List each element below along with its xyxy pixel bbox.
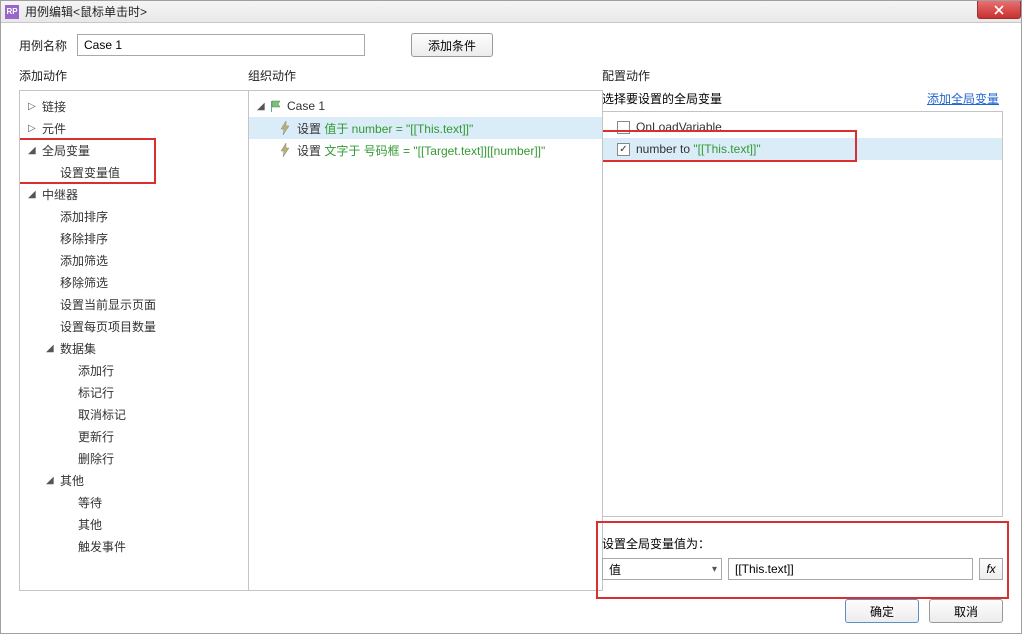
organize-action-title: 组织动作 (248, 67, 603, 84)
tree-add-row[interactable]: 添加行 (20, 359, 248, 381)
tree-set-page-items[interactable]: 设置每页项目数量 (20, 315, 248, 337)
mid-tree: ◢ Case 1 设置 值于 number = "[[This.text]]" (249, 91, 602, 165)
mid-case-row[interactable]: ◢ Case 1 (249, 95, 602, 117)
tree-fire-event[interactable]: 触发事件 (20, 535, 248, 557)
bolt-icon (279, 121, 293, 135)
column-configure-action: 配置动作 选择要设置的全局变量 添加全局变量 OnLoadVariable (602, 67, 1003, 591)
tree-links[interactable]: ▷链接 (20, 95, 248, 117)
add-action-title: 添加动作 (19, 67, 249, 84)
right-header: 选择要设置的全局变量 添加全局变量 (602, 90, 1003, 111)
tree-mark-row[interactable]: 标记行 (20, 381, 248, 403)
case-name-label: 用例名称 (19, 37, 67, 54)
mid-action-row-1[interactable]: 设置 值于 number = "[[This.text]]" (249, 117, 602, 139)
window-title: 用例编辑<鼠标单击时> (25, 3, 147, 20)
tree-dataset[interactable]: ◢数据集 (20, 337, 248, 359)
configure-action-title: 配置动作 (602, 67, 1003, 84)
tree-set-var-value[interactable]: 设置变量值 (20, 161, 248, 183)
tree-widgets[interactable]: ▷元件 (20, 117, 248, 139)
tree-update-row[interactable]: 更新行 (20, 425, 248, 447)
topbar: 用例名称 添加条件 (1, 23, 1021, 67)
set-value-row: 值 ▾ fx (602, 558, 1003, 580)
mid-action-text-2: 设置 文字于 号码框 = "[[Target.text]][[number]]" (297, 142, 545, 159)
var-onload-label: OnLoadVariable (636, 120, 722, 134)
tree-remove-filter[interactable]: 移除筛选 (20, 271, 248, 293)
var-list: OnLoadVariable number to "[[This.text]]" (603, 112, 1002, 164)
action-tree: ▷链接 ▷元件 ◢全局变量 设置变量值 ◢中继器 添加排序 移除排序 添加筛选 … (20, 91, 248, 561)
add-global-var-link[interactable]: 添加全局变量 (927, 90, 999, 107)
tree-other[interactable]: ◢其他 (20, 469, 248, 491)
var-list-panel: OnLoadVariable number to "[[This.text]]" (602, 111, 1003, 517)
tree-wait[interactable]: 等待 (20, 491, 248, 513)
column-add-action: 添加动作 ▷链接 ▷元件 ◢全局变量 设置变量值 ◢中继器 添加排序 移除排序 … (19, 67, 249, 591)
dropdown-value: 值 (609, 561, 621, 578)
tree-remove-sort[interactable]: 移除排序 (20, 227, 248, 249)
configure-container: 选择要设置的全局变量 添加全局变量 OnLoadVariable number … (602, 90, 1003, 580)
case-name-input[interactable] (77, 34, 365, 56)
tree-global-vars[interactable]: ◢全局变量 (20, 139, 248, 161)
tree-repeater[interactable]: ◢中继器 (20, 183, 248, 205)
var-row-number[interactable]: number to "[[This.text]]" (603, 138, 1002, 160)
bolt-icon (279, 143, 293, 157)
var-row-onload[interactable]: OnLoadVariable (603, 116, 1002, 138)
checkbox-number[interactable] (617, 143, 630, 156)
add-condition-button[interactable]: 添加条件 (411, 33, 493, 57)
checkbox-onload[interactable] (617, 121, 630, 134)
mid-action-text-1: 设置 值于 number = "[[This.text]]" (297, 120, 473, 137)
tree-add-sort[interactable]: 添加排序 (20, 205, 248, 227)
add-action-panel: ▷链接 ▷元件 ◢全局变量 设置变量值 ◢中继器 添加排序 移除排序 添加筛选 … (19, 90, 249, 591)
mid-action-row-2[interactable]: 设置 文字于 号码框 = "[[Target.text]][[number]]" (249, 139, 602, 161)
column-organize-action: 组织动作 ◢ Case 1 设置 值于 number = "[[T (248, 67, 603, 591)
set-value-label: 设置全局变量值为： (602, 535, 1003, 552)
var-number-label: number to "[[This.text]]" (636, 142, 761, 156)
tree-set-page[interactable]: 设置当前显示页面 (20, 293, 248, 315)
titlebar: RP 用例编辑<鼠标单击时> (1, 1, 1021, 23)
fx-button[interactable]: fx (979, 558, 1003, 580)
value-input[interactable] (728, 558, 973, 580)
value-type-dropdown[interactable]: 值 ▾ (602, 558, 722, 580)
tree-unmark[interactable]: 取消标记 (20, 403, 248, 425)
flag-icon (269, 100, 283, 112)
footer: 确定 取消 (1, 591, 1021, 633)
cancel-button[interactable]: 取消 (929, 599, 1003, 623)
close-icon (994, 5, 1004, 15)
chevron-down-icon: ▾ (712, 564, 717, 575)
case-editor-dialog: RP 用例编辑<鼠标单击时> 用例名称 添加条件 添加动作 ▷链接 ▷元件 ◢全… (0, 0, 1022, 634)
close-button[interactable] (977, 1, 1021, 19)
set-value-area: 设置全局变量值为： 值 ▾ fx (602, 529, 1003, 580)
organize-action-panel: ◢ Case 1 设置 值于 number = "[[This.text]]" (248, 90, 603, 591)
tree-add-filter[interactable]: 添加筛选 (20, 249, 248, 271)
mid-case-label: Case 1 (287, 99, 325, 113)
tree-other2[interactable]: 其他 (20, 513, 248, 535)
app-icon: RP (5, 5, 19, 19)
ok-button[interactable]: 确定 (845, 599, 919, 623)
tree-delete-row[interactable]: 删除行 (20, 447, 248, 469)
columns: 添加动作 ▷链接 ▷元件 ◢全局变量 设置变量值 ◢中继器 添加排序 移除排序 … (1, 67, 1021, 591)
select-var-label: 选择要设置的全局变量 (602, 90, 722, 107)
